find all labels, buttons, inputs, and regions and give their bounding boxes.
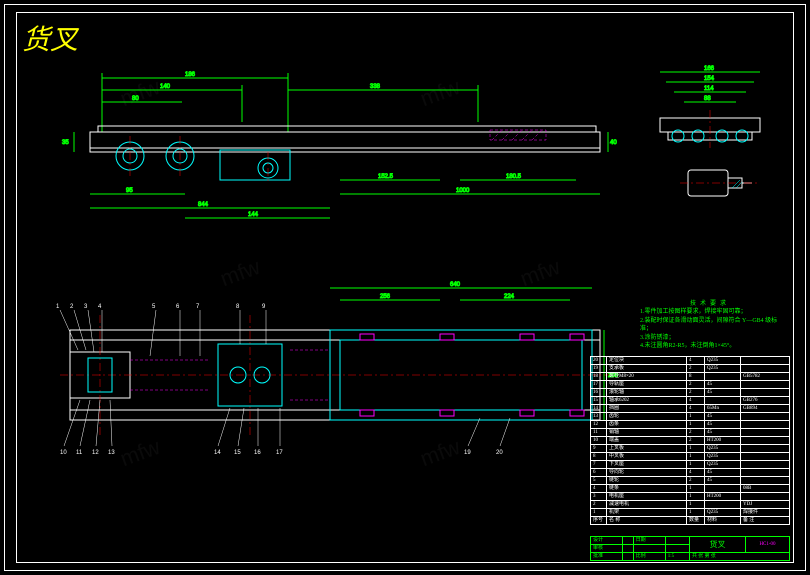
svg-text:40: 40: [610, 140, 617, 146]
svg-text:140: 140: [160, 84, 171, 90]
svg-text:5: 5: [152, 304, 156, 310]
drawing-title: 货叉: [22, 18, 78, 58]
right-end-view: 166 154 114 88: [640, 60, 780, 230]
svg-text:1: 1: [56, 304, 60, 310]
svg-text:1000: 1000: [456, 188, 470, 194]
svg-text:144: 144: [248, 212, 259, 218]
svg-text:35: 35: [62, 140, 69, 146]
svg-text:12: 12: [92, 450, 99, 456]
technical-notes: 技术要求 1.零件加工按图样要求，焊接牢固可靠； 2.装配时保证各滑动面灵活，间…: [640, 300, 780, 350]
svg-text:15: 15: [234, 450, 241, 456]
svg-text:10: 10: [60, 450, 67, 456]
svg-text:186: 186: [185, 72, 196, 78]
svg-text:154: 154: [704, 76, 715, 82]
svg-text:180.5: 180.5: [506, 174, 522, 180]
svg-text:16: 16: [254, 450, 261, 456]
svg-text:338: 338: [370, 84, 381, 90]
svg-text:20: 20: [496, 450, 503, 456]
svg-text:640: 640: [450, 282, 461, 288]
svg-text:88: 88: [704, 96, 711, 102]
svg-text:80: 80: [132, 96, 139, 102]
svg-text:166: 166: [704, 66, 715, 72]
bottom-plan-view: 640 256 224 200 1: [40, 280, 620, 470]
svg-text:13: 13: [108, 450, 115, 456]
svg-text:19: 19: [464, 450, 471, 456]
svg-text:14: 14: [214, 450, 221, 456]
top-elevation-view: 186 140 338 80 152.5 180.5 1000 95 844 1…: [60, 60, 620, 230]
svg-text:95: 95: [126, 188, 133, 194]
svg-text:844: 844: [198, 202, 209, 208]
svg-text:2: 2: [70, 304, 74, 310]
svg-text:3: 3: [84, 304, 88, 310]
svg-text:152.5: 152.5: [378, 174, 394, 180]
svg-text:256: 256: [380, 294, 391, 300]
svg-text:11: 11: [76, 450, 83, 456]
svg-text:8: 8: [236, 304, 240, 310]
svg-text:7: 7: [196, 304, 200, 310]
svg-text:9: 9: [262, 304, 266, 310]
svg-text:4: 4: [98, 304, 102, 310]
svg-text:114: 114: [704, 86, 714, 92]
svg-text:6: 6: [176, 304, 180, 310]
svg-text:17: 17: [276, 450, 283, 456]
bom-table: 20定位块4Q23519支承板2Q23518螺栓M8×208GB578217导轨…: [590, 356, 790, 525]
title-block: 设计日期货叉HC1-00 审核 批准比例1:5共 张 第 张: [590, 536, 790, 561]
svg-text:224: 224: [504, 294, 515, 300]
